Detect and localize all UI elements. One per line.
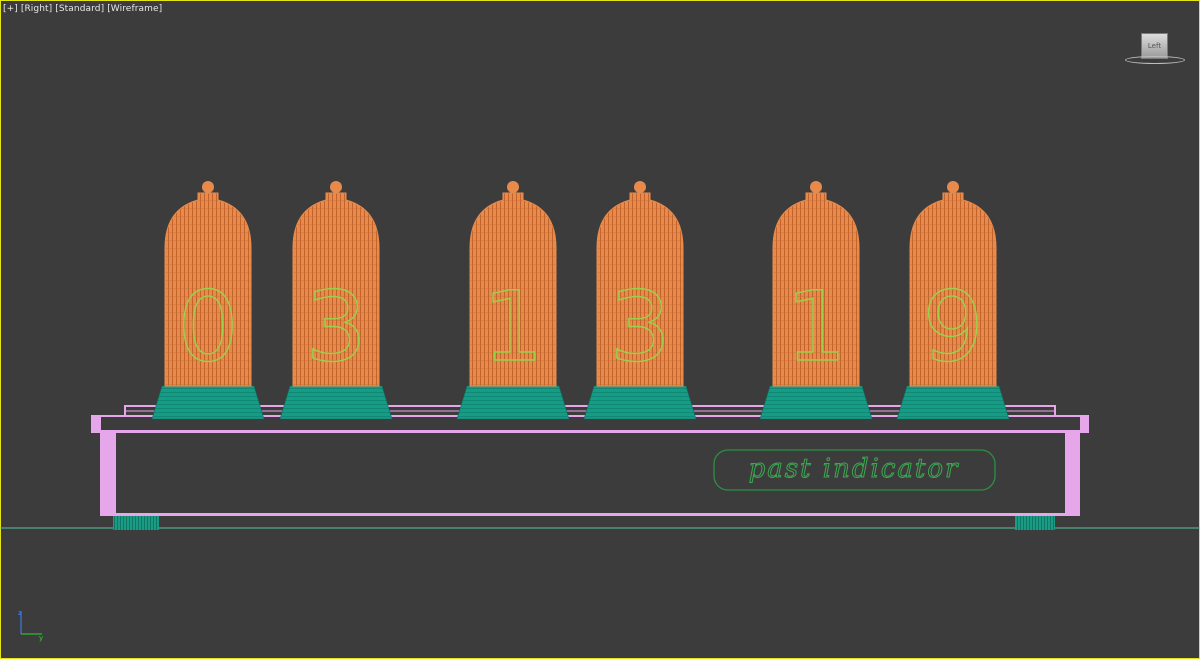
viewport-scene[interactable]: past indicator 031319 [0,0,1200,659]
case-foot-left[interactable] [113,514,159,530]
tube-digit: 1 [482,271,543,383]
tube-tip [507,181,519,193]
nixie-tube-row: 031319 [151,181,1010,420]
tube-digit: 9 [922,271,983,383]
tube-socket-base[interactable] [151,385,265,420]
tube-tip [810,181,822,193]
tube-digit: 1 [785,271,846,383]
tube-tip [947,181,959,193]
nixie-tube[interactable]: 3 [583,181,697,420]
tube-tip [634,181,646,193]
axis-gizmo-icon: z y [18,609,43,642]
nixie-tube[interactable]: 1 [456,181,570,420]
tube-socket-base[interactable] [759,385,873,420]
tube-socket-base[interactable] [456,385,570,420]
nameplate-text: past indicator [749,454,960,484]
svg-text:y: y [39,634,43,642]
tube-digit: 0 [177,271,238,383]
nameplate[interactable]: past indicator [713,449,996,491]
tube-tip [202,181,214,193]
case-foot-right[interactable] [1015,514,1055,530]
tube-socket-base[interactable] [896,385,1010,420]
tube-socket-base[interactable] [583,385,697,420]
tube-digit: 3 [305,271,366,383]
nixie-tube[interactable]: 9 [896,181,1010,420]
tube-socket-base[interactable] [279,385,393,420]
svg-text:z: z [18,609,22,617]
nixie-tube[interactable]: 1 [759,181,873,420]
tube-digit: 3 [609,271,670,383]
nixie-tube[interactable]: 3 [279,181,393,420]
tube-tip [330,181,342,193]
nixie-tube[interactable]: 0 [151,181,265,420]
